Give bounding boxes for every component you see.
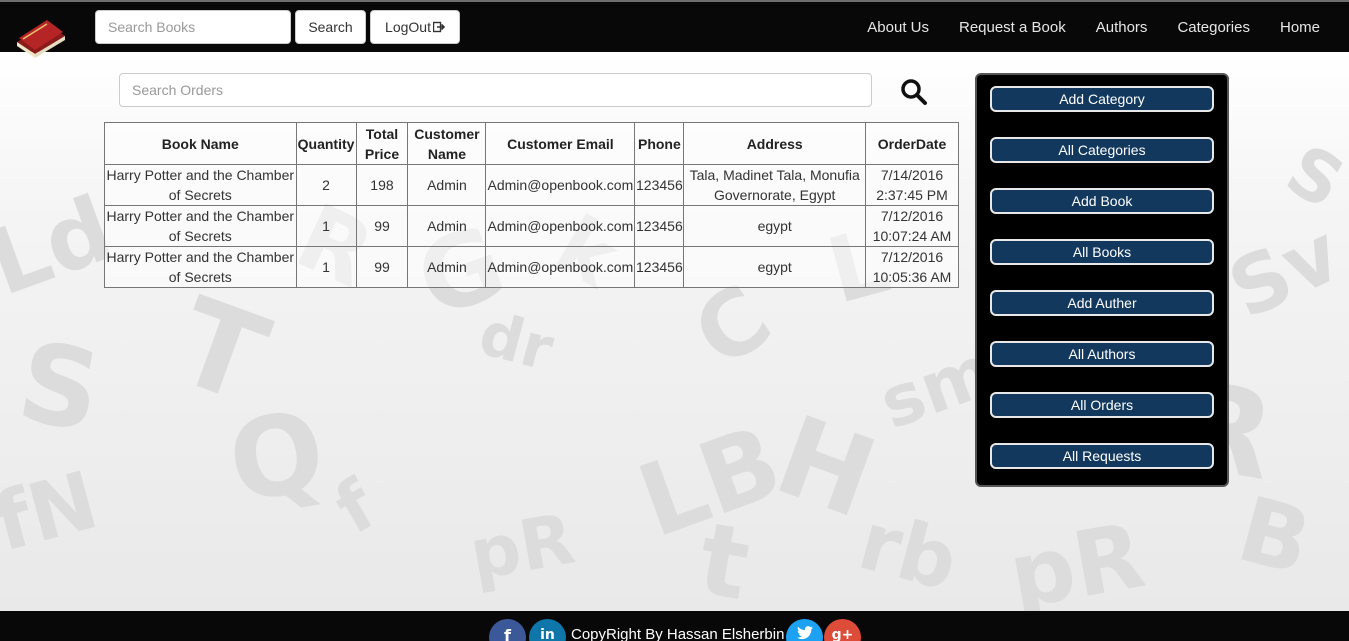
column-header: Phone (634, 122, 685, 165)
linkedin-icon[interactable]: in (529, 619, 566, 641)
all-orders-button[interactable]: All Orders (990, 392, 1214, 418)
nav-links: About Us Request a Book Authors Categori… (852, 2, 1335, 52)
search-orders-input[interactable] (119, 73, 872, 107)
column-header: Customer Name (407, 122, 487, 165)
logout-button-label: LogOut (385, 19, 431, 35)
add-author-button[interactable]: Add Auther (990, 290, 1214, 316)
logout-button[interactable]: LogOut (370, 10, 460, 44)
column-header: Book Name (104, 122, 297, 165)
column-header: Total Price (355, 122, 409, 165)
nav-about-us[interactable]: About Us (852, 19, 944, 36)
table-row: Harry Potter and the Chamber of Secrets … (104, 164, 959, 206)
twitter-bird-glyph (796, 626, 813, 640)
cell-address: Tala, Madinet Tala, Monufia Governorate,… (683, 164, 867, 206)
search-books-input[interactable] (95, 10, 291, 44)
search-books-button[interactable]: Search (295, 10, 366, 44)
cell-book-name: Harry Potter and the Chamber of Secrets (104, 164, 297, 206)
footer: f in CopyRight By Hassan Elsherbin g+ (0, 611, 1349, 641)
admin-panel: Add Category All Categories Add Book All… (975, 73, 1229, 487)
google-plus-icon[interactable]: g+ (824, 619, 861, 641)
cell-customer-name: Admin (407, 164, 487, 206)
cell-quantity: 2 (295, 164, 357, 206)
column-header: OrderDate (865, 122, 959, 165)
top-navbar: Search LogOut About Us Request a Book Au… (0, 0, 1349, 58)
table-header-row: Book Name Quantity Total Price Customer … (104, 122, 959, 165)
column-header: Quantity (295, 122, 357, 165)
cell-phone: 123456 (634, 246, 685, 288)
cell-phone: 123456 (634, 164, 685, 206)
cell-customer-email: Admin@openbook.com (485, 164, 636, 206)
table-row: Harry Potter and the Chamber of Secrets … (104, 246, 959, 288)
cell-total-price: 198 (355, 164, 409, 206)
column-header: Customer Email (485, 122, 636, 165)
book-logo-icon[interactable] (13, 14, 67, 58)
copyright-text: CopyRight By Hassan Elsherbin (571, 626, 785, 641)
nav-categories[interactable]: Categories (1162, 19, 1265, 36)
cell-address: egypt (683, 205, 867, 247)
all-categories-button[interactable]: All Categories (990, 137, 1214, 163)
table-row: Harry Potter and the Chamber of Secrets … (104, 205, 959, 247)
search-icon[interactable] (900, 78, 928, 106)
cell-phone: 123456 (634, 205, 685, 247)
nav-authors[interactable]: Authors (1081, 19, 1163, 36)
all-authors-button[interactable]: All Authors (990, 341, 1214, 367)
cell-book-name: Harry Potter and the Chamber of Secrets (104, 205, 297, 247)
column-header: Address (683, 122, 867, 165)
cell-customer-name: Admin (407, 205, 487, 247)
cell-order-date: 7/12/2016 10:07:24 AM (865, 205, 959, 247)
twitter-icon[interactable] (786, 619, 823, 641)
cell-address: egypt (683, 246, 867, 288)
cell-customer-email: Admin@openbook.com (485, 205, 636, 247)
cell-total-price: 99 (355, 205, 409, 247)
add-book-button[interactable]: Add Book (990, 188, 1214, 214)
logout-icon (432, 21, 445, 33)
all-requests-button[interactable]: All Requests (990, 443, 1214, 469)
cell-customer-name: Admin (407, 246, 487, 288)
cell-quantity: 1 (295, 246, 357, 288)
all-books-button[interactable]: All Books (990, 239, 1214, 265)
cell-total-price: 99 (355, 246, 409, 288)
nav-home[interactable]: Home (1265, 19, 1335, 36)
add-category-button[interactable]: Add Category (990, 86, 1214, 112)
facebook-icon[interactable]: f (489, 619, 526, 641)
orders-table: Book Name Quantity Total Price Customer … (104, 122, 959, 288)
cell-order-date: 7/12/2016 10:05:36 AM (865, 246, 959, 288)
cell-book-name: Harry Potter and the Chamber of Secrets (104, 246, 297, 288)
cell-customer-email: Admin@openbook.com (485, 246, 636, 288)
cell-order-date: 7/14/2016 2:37:45 PM (865, 164, 959, 206)
nav-request-a-book[interactable]: Request a Book (944, 19, 1081, 36)
search-button-label: Search (308, 19, 353, 35)
cell-quantity: 1 (295, 205, 357, 247)
